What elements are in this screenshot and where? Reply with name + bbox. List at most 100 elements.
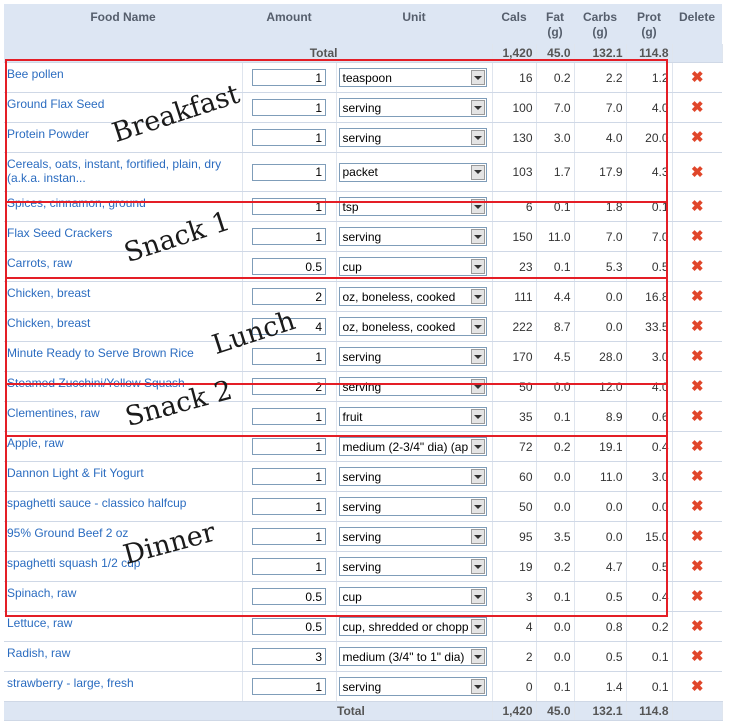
food-name-link[interactable]: Apple, raw xyxy=(4,431,243,462)
chevron-down-icon[interactable] xyxy=(470,379,485,394)
delete-button[interactable]: ✖ xyxy=(672,92,722,123)
amount-input[interactable] xyxy=(252,99,326,116)
chevron-down-icon[interactable] xyxy=(470,649,485,664)
unit-select[interactable]: cup, shredded or chopp xyxy=(338,617,487,636)
delete-button[interactable]: ✖ xyxy=(672,371,722,402)
delete-button[interactable]: ✖ xyxy=(672,311,722,342)
amount-input[interactable] xyxy=(252,558,326,575)
delete-button[interactable]: ✖ xyxy=(672,341,722,372)
food-name-link[interactable]: strawberry - large, fresh xyxy=(4,671,243,702)
amount-input[interactable] xyxy=(252,348,326,365)
unit-select[interactable]: medium (3/4" to 1" dia) xyxy=(338,647,487,666)
delete-button[interactable]: ✖ xyxy=(672,461,722,492)
food-name-link[interactable]: Radish, raw xyxy=(4,641,243,672)
unit-select[interactable]: teaspoon xyxy=(338,68,487,87)
delete-button[interactable]: ✖ xyxy=(672,191,722,222)
unit-select[interactable]: serving xyxy=(338,467,487,486)
close-icon: ✖ xyxy=(690,468,704,485)
chevron-down-icon[interactable] xyxy=(470,319,485,334)
chevron-down-icon[interactable] xyxy=(470,409,485,424)
amount-input[interactable] xyxy=(252,528,326,545)
chevron-down-icon[interactable] xyxy=(470,70,485,85)
unit-select[interactable]: fruit xyxy=(338,407,487,426)
food-name-link[interactable]: Spinach, raw xyxy=(4,581,243,612)
amount-input[interactable] xyxy=(252,468,326,485)
unit-select[interactable]: serving xyxy=(338,677,487,696)
chevron-down-icon[interactable] xyxy=(470,559,485,574)
food-name-link[interactable]: Lettuce, raw xyxy=(4,611,243,642)
food-name-link[interactable]: Dannon Light & Fit Yogurt xyxy=(4,461,243,492)
delete-button[interactable]: ✖ xyxy=(672,401,722,432)
amount-input[interactable] xyxy=(252,288,326,305)
delete-button[interactable]: ✖ xyxy=(672,581,722,612)
unit-select[interactable]: oz, boneless, cooked xyxy=(338,287,487,306)
amount-input[interactable] xyxy=(252,678,326,695)
unit-select[interactable]: serving xyxy=(338,527,487,546)
food-name-link[interactable]: Cereals, oats, instant, fortified, plain… xyxy=(4,152,243,192)
amount-input[interactable] xyxy=(252,408,326,425)
chevron-down-icon[interactable] xyxy=(470,100,485,115)
amount-input[interactable] xyxy=(252,69,326,86)
delete-button[interactable]: ✖ xyxy=(672,671,722,702)
chevron-down-icon[interactable] xyxy=(470,164,485,180)
chevron-down-icon[interactable] xyxy=(470,529,485,544)
prot-value: 0.5 xyxy=(626,251,673,282)
unit-select[interactable]: tsp xyxy=(338,197,487,216)
amount-input[interactable] xyxy=(252,438,326,455)
chevron-down-icon[interactable] xyxy=(470,229,485,244)
unit-select[interactable]: serving xyxy=(338,128,487,147)
chevron-down-icon[interactable] xyxy=(470,199,485,214)
amount-input[interactable] xyxy=(252,498,326,515)
unit-select[interactable]: packet xyxy=(338,162,487,182)
food-name-link[interactable]: Chicken, breast xyxy=(4,281,243,312)
food-name-link[interactable]: Carrots, raw xyxy=(4,251,243,282)
delete-button[interactable]: ✖ xyxy=(672,251,722,282)
table-row: Clementines, rawfruit350.18.90.6✖ xyxy=(4,401,722,432)
unit-select[interactable]: cup xyxy=(338,257,487,276)
chevron-down-icon[interactable] xyxy=(470,619,485,634)
amount-input[interactable] xyxy=(252,648,326,665)
delete-button[interactable]: ✖ xyxy=(672,611,722,642)
chevron-down-icon[interactable] xyxy=(470,349,485,364)
chevron-down-icon[interactable] xyxy=(470,130,485,145)
chevron-down-icon[interactable] xyxy=(470,679,485,694)
amount-input[interactable] xyxy=(252,258,326,275)
delete-button[interactable]: ✖ xyxy=(672,551,722,582)
chevron-down-icon[interactable] xyxy=(470,469,485,484)
chevron-down-icon[interactable] xyxy=(470,499,485,514)
unit-select[interactable]: serving xyxy=(338,557,487,576)
delete-button[interactable]: ✖ xyxy=(672,62,722,93)
prot-value: 4.0 xyxy=(626,92,673,123)
amount-input[interactable] xyxy=(252,163,326,181)
unit-select[interactable]: cup xyxy=(338,587,487,606)
unit-select[interactable]: serving xyxy=(338,98,487,117)
amount-input[interactable] xyxy=(252,618,326,635)
amount-input[interactable] xyxy=(252,129,326,146)
amount-input[interactable] xyxy=(252,228,326,245)
prot-value: 15.0 xyxy=(626,521,673,552)
chevron-down-icon[interactable] xyxy=(470,289,485,304)
delete-button[interactable]: ✖ xyxy=(672,431,722,462)
delete-button[interactable]: ✖ xyxy=(672,641,722,672)
chevron-down-icon[interactable] xyxy=(470,259,485,274)
amount-input[interactable] xyxy=(252,378,326,395)
delete-button[interactable]: ✖ xyxy=(672,521,722,552)
delete-button[interactable]: ✖ xyxy=(672,221,722,252)
delete-button[interactable]: ✖ xyxy=(672,281,722,312)
unit-select[interactable]: serving xyxy=(338,377,487,396)
unit-select[interactable]: serving xyxy=(338,347,487,366)
amount-input[interactable] xyxy=(252,588,326,605)
unit-select[interactable]: serving xyxy=(338,227,487,246)
unit-select[interactable]: medium (2-3/4" dia) (ap xyxy=(338,437,487,456)
unit-select[interactable]: oz, boneless, cooked xyxy=(338,317,487,336)
chevron-down-icon[interactable] xyxy=(470,439,485,454)
unit-select[interactable]: serving xyxy=(338,497,487,516)
food-name-link[interactable]: Chicken, breast xyxy=(4,311,243,342)
prot-value: 3.0 xyxy=(626,461,673,492)
food-name-link[interactable]: Minute Ready to Serve Brown Rice xyxy=(4,341,243,372)
delete-button[interactable]: ✖ xyxy=(672,122,722,153)
delete-button[interactable]: ✖ xyxy=(672,491,722,522)
amount-input[interactable] xyxy=(252,198,326,215)
delete-button[interactable]: ✖ xyxy=(672,152,722,192)
chevron-down-icon[interactable] xyxy=(470,589,485,604)
